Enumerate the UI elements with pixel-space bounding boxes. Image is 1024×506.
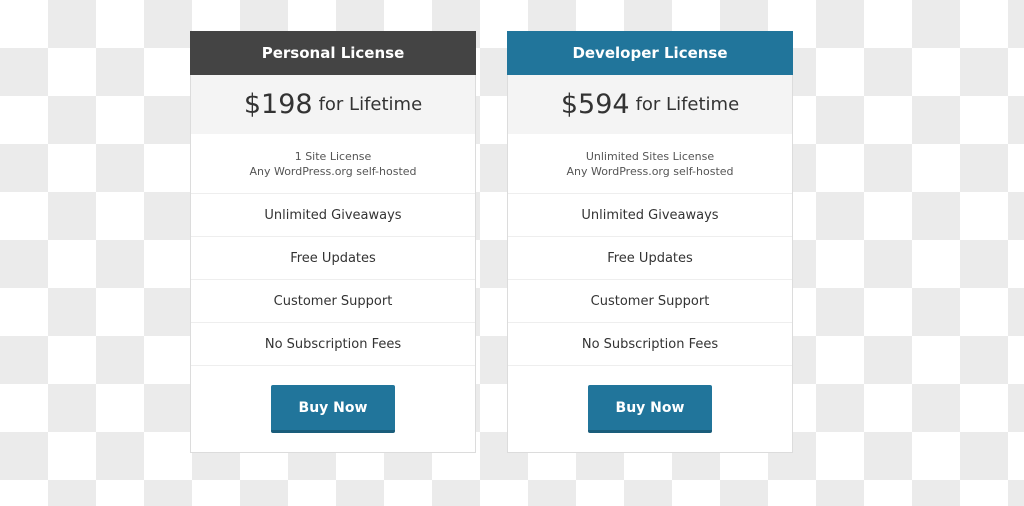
license-info: Unlimited Sites License Any WordPress.or…: [508, 134, 792, 194]
buy-now-button-personal[interactable]: Buy Now: [271, 385, 395, 433]
feature-item: Unlimited Giveaways: [191, 194, 475, 237]
plan-title: Developer License: [507, 31, 793, 75]
license-count: Unlimited Sites License: [585, 149, 715, 163]
feature-item: No Subscription Fees: [191, 323, 475, 366]
license-info: 1 Site License Any WordPress.org self-ho…: [191, 134, 475, 194]
button-row: Buy Now: [508, 366, 792, 452]
price-row: $198 for Lifetime: [191, 75, 475, 134]
price-amount: $198: [243, 89, 313, 120]
feature-item: Customer Support: [191, 280, 475, 323]
license-scope: Any WordPress.org self-hosted: [249, 164, 417, 178]
price-row: $594 for Lifetime: [508, 75, 792, 134]
feature-item: Free Updates: [508, 237, 792, 280]
button-row: Buy Now: [191, 366, 475, 452]
feature-item: Customer Support: [508, 280, 792, 323]
pricing-card-developer: Developer License $594 for Lifetime Unli…: [507, 31, 793, 453]
pricing-card-personal: Personal License $198 for Lifetime 1 Sit…: [190, 31, 476, 453]
feature-item: Free Updates: [191, 237, 475, 280]
price-period: for Lifetime: [635, 94, 740, 115]
price-period: for Lifetime: [318, 94, 423, 115]
buy-now-button-developer[interactable]: Buy Now: [588, 385, 712, 433]
license-scope: Any WordPress.org self-hosted: [566, 164, 734, 178]
feature-item: No Subscription Fees: [508, 323, 792, 366]
license-count: 1 Site License: [294, 149, 372, 163]
price-amount: $594: [560, 89, 630, 120]
plan-title: Personal License: [190, 31, 476, 75]
feature-item: Unlimited Giveaways: [508, 194, 792, 237]
